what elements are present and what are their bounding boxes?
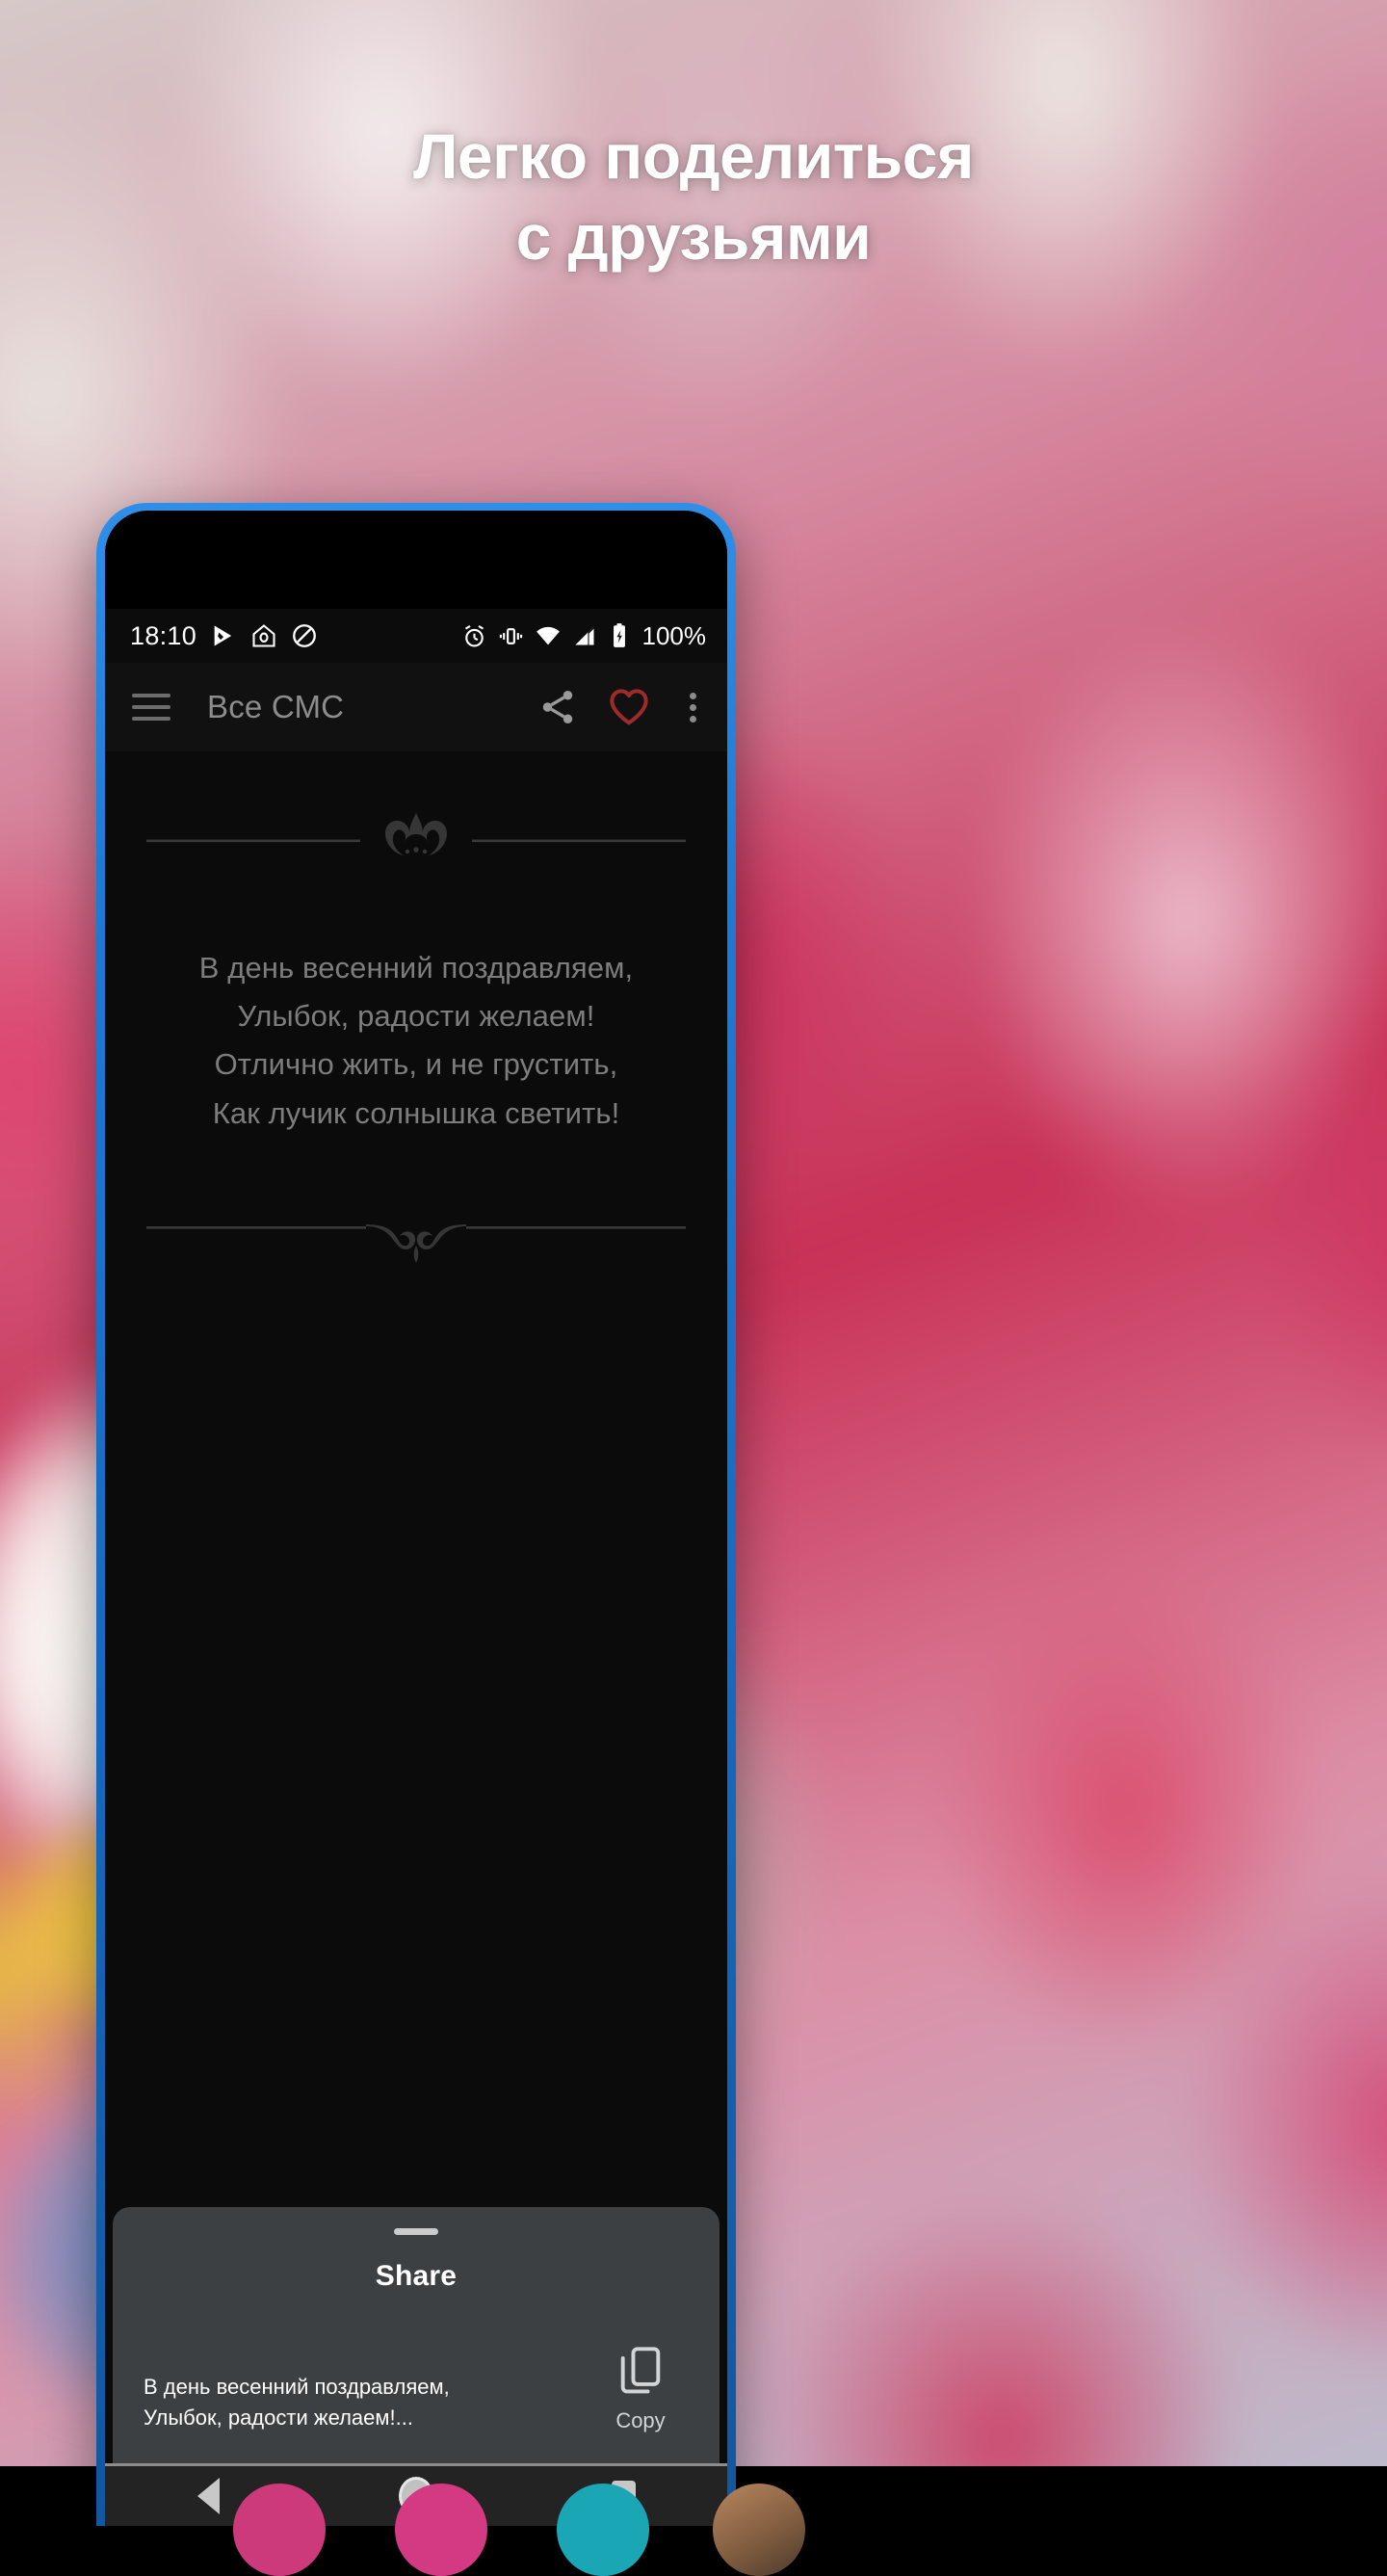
back-button[interactable]	[151, 2478, 267, 2514]
copy-action[interactable]: Copy	[594, 2345, 687, 2433]
message-line-4: Как лучик солнышка светить!	[212, 1095, 620, 1130]
heart-outline-icon[interactable]	[607, 685, 651, 729]
notch-area	[105, 511, 727, 609]
flourish-ornament-divider	[146, 1223, 686, 1263]
home-button[interactable]	[358, 2477, 474, 2515]
headline-line-2: с друзьями	[515, 201, 872, 274]
phone-mockup: 18:10 100% Все СМС В день весенний поздр…	[96, 503, 805, 2576]
headline-line-1: Легко поделиться	[413, 120, 974, 192]
phone-screen: 18:10 100% Все СМС В день весенний поздр…	[105, 511, 727, 2526]
promo-headline: Легко поделиться с друзьями	[0, 116, 1387, 278]
share-sheet-title: Share	[375, 2260, 458, 2292]
share-preview-line-2: Улыбок, радости желаем!...	[144, 2405, 413, 2431]
more-vertical-icon[interactable]	[680, 689, 706, 726]
battery-percent: 100%	[641, 620, 707, 650]
share-preview-line-1: В день весенний поздравляем,	[144, 2375, 450, 2400]
android-nav-bar	[105, 2463, 727, 2526]
message-line-3: Отлично жить, и не грустить,	[214, 1047, 618, 1082]
share-bottom-sheet: Share В день весенний поздравляем, Улыбо…	[113, 2207, 720, 2466]
crown-ornament-divider	[146, 813, 686, 855]
home-security-icon	[252, 624, 275, 647]
vibrate-icon	[499, 627, 522, 644]
app-bar-actions	[537, 685, 706, 729]
status-bar-left: 18:10	[130, 621, 318, 651]
recents-button[interactable]	[565, 2481, 681, 2511]
copy-icon	[620, 2347, 661, 2394]
hamburger-menu-icon[interactable]	[132, 694, 170, 721]
message-line-1: В день весенний поздравляем,	[198, 951, 634, 985]
share-sheet-body: В день весенний поздравляем, Улыбок, рад…	[113, 2293, 720, 2466]
app-bar: Все СМС	[105, 663, 727, 751]
play-store-icon	[214, 625, 232, 646]
wifi-icon	[536, 626, 560, 645]
phone-bezel: 18:10 100% Все СМС В день весенний поздр…	[105, 511, 727, 2526]
page-title: Все СМС	[207, 689, 345, 724]
do-not-disturb-icon	[293, 624, 316, 647]
status-time: 18:10	[130, 620, 197, 650]
copy-label: Copy	[615, 2408, 666, 2432]
share-preview-text: В день весенний поздравляем, Улыбок, рад…	[144, 2372, 575, 2433]
message-content: В день весенний поздравляем, Улыбок, рад…	[105, 751, 727, 2526]
cellular-signal-icon	[574, 625, 593, 644]
message-text: В день весенний поздравляем, Улыбок, рад…	[182, 944, 650, 1138]
status-bar-right: 100%	[461, 620, 707, 651]
status-bar: 18:10 100%	[105, 609, 727, 663]
alarm-icon	[464, 624, 484, 646]
message-line-2: Улыбок, радости желаем!	[237, 999, 595, 1034]
battery-charging-icon	[613, 623, 625, 647]
share-icon[interactable]	[537, 687, 578, 727]
drag-handle[interactable]	[394, 2228, 438, 2235]
